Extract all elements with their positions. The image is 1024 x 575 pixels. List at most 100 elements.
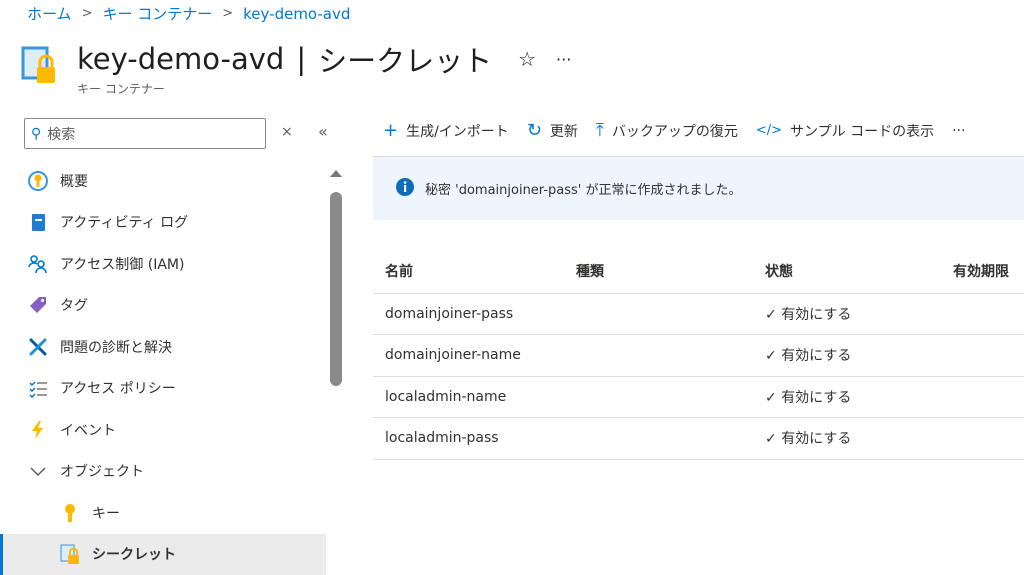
lightning-icon [28, 420, 48, 440]
scroll-up-arrow[interactable] [330, 170, 342, 177]
page-title: key-demo-avd | シークレット ☆ ··· [77, 38, 571, 80]
table-header-row: 名前 種類 状態 有効期限 [373, 250, 1024, 294]
sidebar-item-label: タグ [60, 298, 88, 315]
sidebar-item-iam[interactable]: アクセス制御 (IAM) [0, 243, 326, 285]
sidebar-item-tags[interactable]: タグ [0, 285, 326, 327]
more-options-button[interactable]: ··· [556, 50, 571, 69]
log-icon [28, 212, 48, 232]
people-icon [28, 254, 48, 274]
restore-backup-button[interactable]: ⤒ バックアップの復元 [596, 120, 738, 141]
notification-message: 秘密 'domainjoiner-pass' が正常に作成されました。 [425, 183, 742, 198]
secret-status: ✓ 有効にする [753, 293, 941, 335]
sidebar-item-keys[interactable]: キー [0, 492, 326, 534]
chevron-down-icon [28, 461, 48, 481]
secret-status: ✓ 有効にする [753, 376, 941, 418]
table-row[interactable]: domainjoiner-name ✓ 有効にする [373, 334, 1024, 377]
secret-expiration [941, 334, 1024, 377]
secret-name-link[interactable]: domainjoiner-pass [373, 293, 564, 335]
favorite-star-icon[interactable]: ☆ [518, 47, 536, 71]
upload-arrow-icon: ⤒ [595, 120, 604, 141]
sidebar: 概要 アクティビティ ログ アクセス制御 (IAM) タグ 問題の診断と解決 ア… [0, 160, 326, 575]
sidebar-item-access-policies[interactable]: アクセス ポリシー [0, 368, 326, 410]
table-row[interactable]: localadmin-pass ✓ 有効にする [373, 417, 1024, 460]
search-icon: ⚲ [31, 125, 42, 142]
breadcrumb-key-vaults[interactable]: キー コンテナー [102, 3, 212, 24]
resource-name: key-demo-avd [77, 42, 285, 76]
sidebar-item-label: キー [92, 505, 120, 522]
secret-type [564, 376, 753, 418]
success-notification: 秘密 'domainjoiner-pass' が正常に作成されました。 [373, 156, 1024, 220]
resource-type: キー コンテナー [77, 82, 165, 96]
secret-icon [60, 544, 80, 565]
title-separator: | [296, 42, 307, 76]
sidebar-item-label: 問題の診断と解決 [60, 339, 172, 356]
tag-icon [28, 295, 48, 315]
refresh-button[interactable]: ↻ 更新 [527, 120, 578, 141]
generate-import-button[interactable]: + 生成/インポート [383, 120, 509, 141]
secret-expiration [941, 376, 1024, 418]
sidebar-scrollbar[interactable] [330, 192, 342, 386]
wrench-icon [28, 337, 48, 357]
secret-type [564, 417, 753, 460]
breadcrumb-resource[interactable]: key-demo-avd [243, 5, 350, 23]
secret-expiration [941, 417, 1024, 460]
key-icon [60, 503, 80, 523]
secrets-table: 名前 種類 状態 有効期限 domainjoiner-pass ✓ 有効にする do… [373, 250, 1024, 460]
key-vault-icon [20, 45, 60, 87]
secret-type [564, 293, 753, 335]
checkmark-icon: ✓ [765, 348, 782, 365]
command-bar: + 生成/インポート ↻ 更新 ⤒ バックアップの復元 </> サンプル コードの表示 … [383, 120, 965, 141]
checklist-icon [28, 378, 48, 399]
search-placeholder: 検索 [47, 126, 76, 143]
secret-name-link[interactable]: domainjoiner-name [373, 334, 564, 377]
sidebar-item-events[interactable]: イベント [0, 409, 326, 451]
secret-expiration [941, 293, 1024, 335]
sidebar-item-label: アクセス ポリシー [60, 381, 176, 398]
sidebar-item-secrets[interactable]: シークレット [0, 533, 326, 575]
column-header-status[interactable]: 状態 [753, 250, 941, 294]
column-header-type[interactable]: 種類 [564, 250, 753, 294]
button-label: サンプル コードの表示 [790, 123, 935, 140]
column-header-expiration[interactable]: 有効期限 [941, 250, 1024, 294]
search-input[interactable]: ⚲ 検索 [24, 118, 266, 149]
secret-name-link[interactable]: localadmin-pass [373, 417, 564, 460]
view-sample-code-button[interactable]: </> サンプル コードの表示 [756, 121, 934, 141]
button-label: 更新 [549, 123, 578, 140]
sidebar-item-label: オブジェクト [60, 464, 144, 481]
collapse-sidebar-icon[interactable]: « [318, 122, 328, 141]
secret-type [564, 334, 753, 377]
code-icon: </> [755, 123, 783, 138]
status-text: 有効にする [781, 306, 852, 323]
sidebar-item-label: アクセス制御 (IAM) [60, 256, 185, 273]
sidebar-item-activity-log[interactable]: アクティビティ ログ [0, 202, 326, 244]
clear-search-icon[interactable]: × [281, 124, 293, 140]
secret-status: ✓ 有効にする [753, 417, 941, 460]
status-text: 有効にする [781, 348, 852, 365]
sidebar-item-label: アクティビティ ログ [60, 215, 189, 232]
secret-status: ✓ 有効にする [753, 334, 941, 377]
plus-icon: + [383, 120, 399, 141]
chevron-right-icon: > [81, 6, 93, 21]
checkmark-icon: ✓ [765, 306, 782, 323]
status-text: 有効にする [781, 389, 852, 406]
table-row[interactable]: domainjoiner-pass ✓ 有効にする [373, 293, 1024, 335]
more-commands-button[interactable]: ··· [952, 123, 965, 139]
sidebar-item-label: シークレット [92, 547, 176, 564]
chevron-right-icon: > [222, 6, 234, 21]
sidebar-item-diagnose[interactable]: 問題の診断と解決 [0, 326, 326, 368]
status-text: 有効にする [781, 431, 852, 448]
table-row[interactable]: localadmin-name ✓ 有効にする [373, 376, 1024, 418]
secret-name-link[interactable]: localadmin-name [373, 376, 564, 418]
column-header-name[interactable]: 名前 [373, 250, 564, 294]
sidebar-item-label: イベント [60, 422, 116, 439]
page-name: シークレット [318, 44, 493, 78]
sidebar-group-objects[interactable]: オブジェクト [0, 451, 326, 493]
checkmark-icon: ✓ [765, 389, 782, 406]
key-circle-icon [28, 170, 48, 191]
button-label: バックアップの復元 [611, 123, 738, 140]
info-icon [395, 177, 415, 201]
checkmark-icon: ✓ [765, 431, 782, 448]
breadcrumb-home[interactable]: ホーム [27, 3, 72, 24]
breadcrumb: ホーム > キー コンテナー > key-demo-avd [27, 3, 350, 24]
sidebar-item-overview[interactable]: 概要 [0, 160, 326, 202]
